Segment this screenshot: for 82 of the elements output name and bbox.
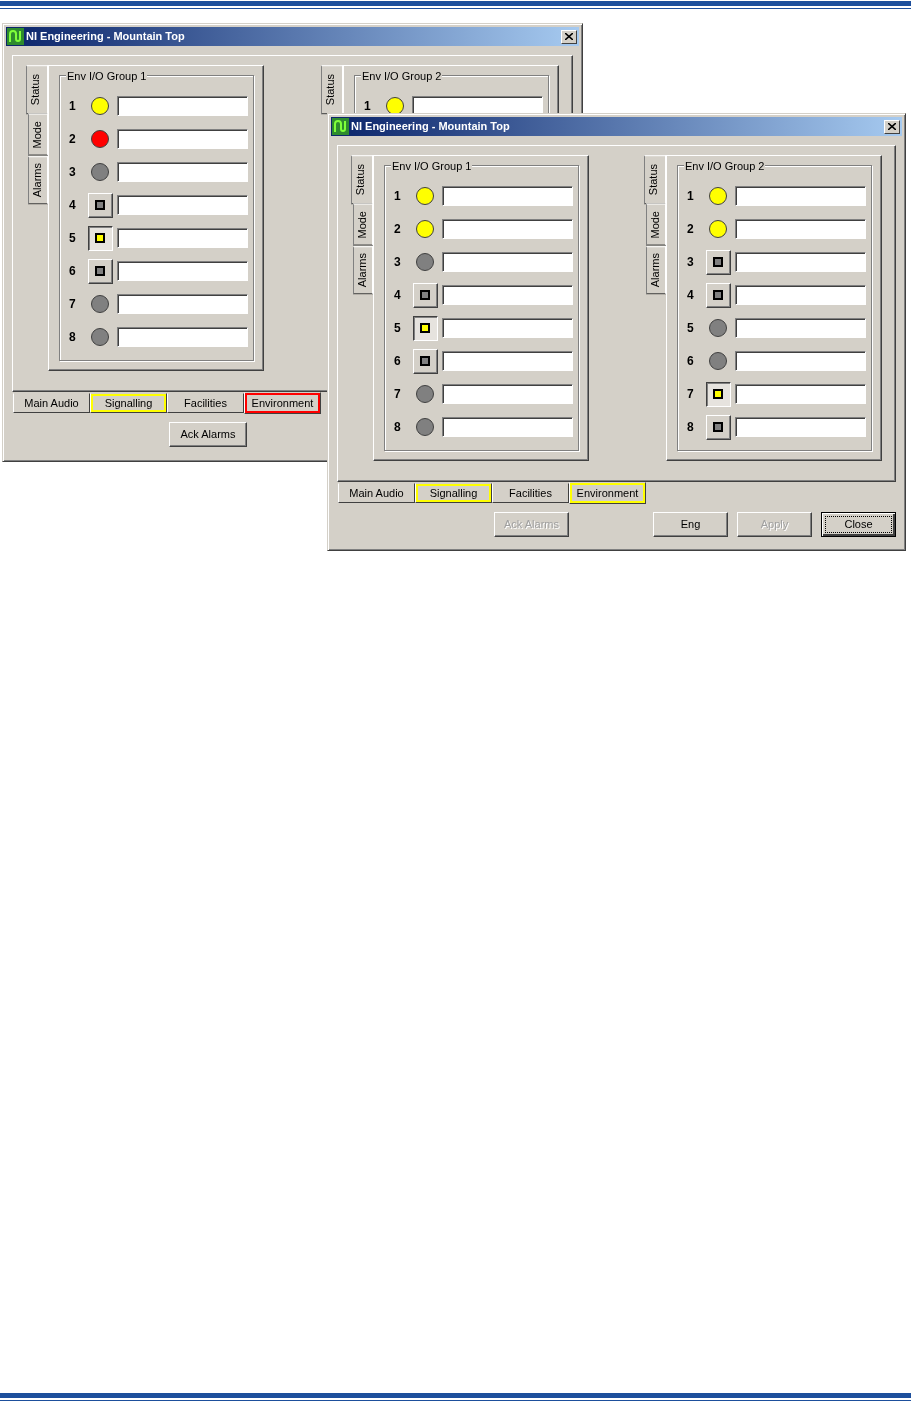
row-number: 5 [687, 320, 695, 337]
push-button[interactable]: Close [821, 512, 896, 537]
row-number: 3 [394, 254, 402, 271]
side-tab[interactable]: Status [321, 65, 343, 115]
tab[interactable]: Signalling [415, 483, 492, 503]
text-field[interactable] [117, 162, 248, 182]
tab[interactable]: Main Audio [338, 483, 415, 503]
text-field[interactable] [442, 351, 573, 371]
row-number: 4 [69, 197, 77, 214]
row-number: 6 [394, 353, 402, 370]
side-tab[interactable]: Status [644, 155, 666, 205]
window-title: NI Engineering - Mountain Top [351, 119, 511, 135]
text-field[interactable] [442, 219, 573, 239]
text-field[interactable] [117, 261, 248, 281]
side-tab[interactable]: Alarms [646, 245, 666, 294]
close-icon [888, 123, 896, 130]
side-tab[interactable]: Alarms [353, 245, 373, 294]
row-number: 7 [687, 386, 695, 403]
push-button[interactable]: Ack Alarms [169, 422, 247, 447]
row-number: 2 [394, 221, 402, 238]
row-number: 5 [394, 320, 402, 337]
text-field[interactable] [442, 285, 573, 305]
text-field[interactable] [735, 252, 866, 272]
text-field[interactable] [117, 195, 248, 215]
text-field[interactable] [442, 252, 573, 272]
row-number: 1 [394, 188, 402, 205]
text-field[interactable] [117, 129, 248, 149]
row-number: 1 [687, 188, 695, 205]
row-number: 4 [687, 287, 695, 304]
text-field[interactable] [442, 186, 573, 206]
row-number: 7 [69, 296, 77, 313]
row-number: 4 [394, 287, 402, 304]
text-field[interactable] [442, 417, 573, 437]
text-field[interactable] [735, 219, 866, 239]
toggle-button[interactable] [87, 225, 113, 251]
tab[interactable]: Main Audio [13, 393, 90, 413]
side-tab[interactable]: Mode [353, 204, 373, 246]
window-title: NI Engineering - Mountain Top [26, 29, 186, 45]
text-field[interactable] [117, 294, 248, 314]
row-number: 5 [69, 230, 77, 247]
tab[interactable]: Facilities [167, 393, 244, 413]
text-field[interactable] [735, 351, 866, 371]
app-logo-icon [7, 28, 24, 45]
text-field[interactable] [735, 186, 866, 206]
text-field[interactable] [117, 327, 248, 347]
tab[interactable]: Environment [569, 482, 646, 504]
text-field[interactable] [735, 318, 866, 338]
text-field[interactable] [735, 384, 866, 404]
text-field[interactable] [735, 285, 866, 305]
row-number: 2 [69, 131, 77, 148]
tab[interactable]: Environment [244, 392, 321, 414]
text-field[interactable] [442, 318, 573, 338]
side-tab[interactable]: Status [351, 155, 373, 205]
side-tab[interactable]: Mode [28, 114, 48, 156]
side-tab[interactable]: Alarms [28, 155, 48, 204]
row-number: 8 [687, 419, 695, 436]
close-icon [565, 33, 573, 40]
row-number: 1 [364, 98, 372, 115]
row-number: 2 [687, 221, 695, 238]
side-tab[interactable]: Status [26, 65, 48, 115]
text-field[interactable] [412, 96, 543, 116]
text-field[interactable] [117, 228, 248, 248]
app-logo-icon [332, 118, 349, 135]
text-field[interactable] [442, 384, 573, 404]
row-number: 3 [69, 164, 77, 181]
toggle-button[interactable] [705, 381, 731, 407]
toggle-button[interactable] [412, 315, 438, 341]
row-number: 6 [69, 263, 77, 280]
text-field[interactable] [117, 96, 248, 116]
text-field[interactable] [735, 417, 866, 437]
row-number: 3 [687, 254, 695, 271]
row-number: 6 [687, 353, 695, 370]
close-button[interactable] [561, 29, 577, 44]
close-button[interactable] [884, 119, 900, 134]
tab[interactable]: Facilities [492, 483, 569, 503]
row-number: 8 [394, 419, 402, 436]
side-tab[interactable]: Mode [646, 204, 666, 246]
row-number: 1 [69, 98, 77, 115]
push-button[interactable]: Eng [653, 512, 728, 537]
row-number: 7 [394, 386, 402, 403]
row-number: 8 [69, 329, 77, 346]
tab[interactable]: Signalling [90, 393, 167, 413]
